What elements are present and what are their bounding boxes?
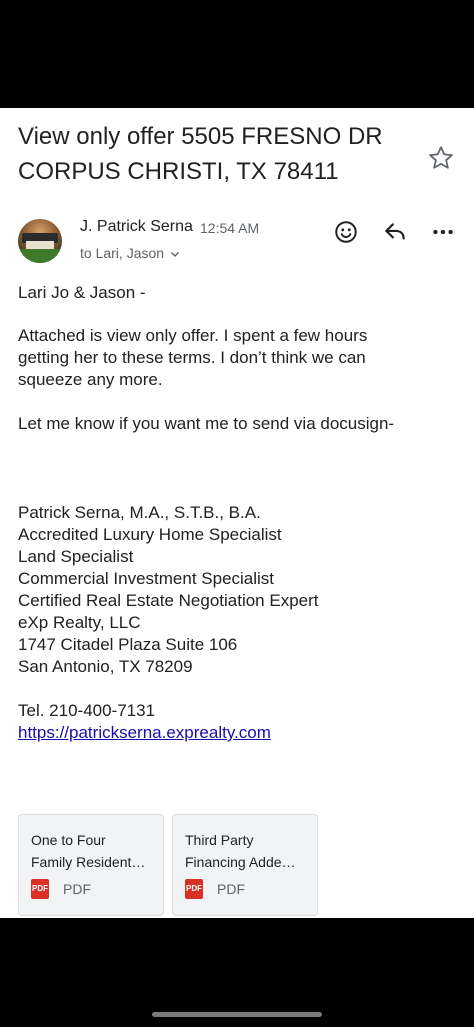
email-para1-line3: squeeze any more. <box>18 370 163 389</box>
recipients-label: to Lari, Jason <box>80 245 165 261</box>
email-para2: Let me know if you want me to send via d… <box>18 414 395 433</box>
home-indicator[interactable] <box>152 1012 322 1017</box>
attachment-type: PDF <box>63 881 91 897</box>
reply-icon[interactable] <box>382 219 408 245</box>
more-options-icon[interactable] <box>430 219 456 245</box>
attachment-name-line2: Financing Adde… <box>185 854 296 870</box>
attachment-name: One to Four Family Resident… <box>31 829 155 873</box>
signature-line: Land Specialist <box>18 547 134 566</box>
avatar-house <box>26 241 54 249</box>
signature-line: Commercial Investment Specialist <box>18 569 275 588</box>
attachment-name: Third Party Financing Adde… <box>185 829 309 873</box>
recipients-toggle[interactable]: to Lari, Jason <box>80 245 180 261</box>
pdf-icon: PDF <box>185 879 203 899</box>
chevron-down-icon <box>171 252 180 258</box>
status-bar-area <box>0 0 474 108</box>
attachment-name-line1: Third Party <box>185 832 254 848</box>
signature-link-line: https://patrickserna.exprealty.com <box>18 722 458 744</box>
pdf-icon: PDF <box>31 879 49 899</box>
avatar-lawn <box>18 249 62 263</box>
sender-avatar[interactable] <box>18 219 62 263</box>
attachment-card[interactable]: One to Four Family Resident… PDF PDF <box>18 814 164 916</box>
website-link[interactable]: https://patrickserna.exprealty.com <box>18 723 271 742</box>
emoji-react-icon[interactable] <box>333 219 359 245</box>
signature-line: 1747 Citadel Plaza Suite 106 <box>18 635 238 654</box>
bottom-bar <box>0 918 474 1027</box>
star-icon[interactable] <box>427 144 455 172</box>
signature-line: Accredited Luxury Home Specialist <box>18 525 282 544</box>
email-greeting: Lari Jo & Jason - <box>18 283 146 302</box>
email-time: 12:54 AM <box>200 220 260 236</box>
signature-line: Certified Real Estate Negotiation Expert <box>18 591 319 610</box>
email-para1-line1: Attached is view only offer. I spent a f… <box>18 326 368 345</box>
signature-line: Patrick Serna, M.A., S.T.B., B.A. <box>18 503 261 522</box>
attachment-type: PDF <box>217 881 245 897</box>
attachment-card[interactable]: Third Party Financing Adde… PDF PDF <box>172 814 318 916</box>
email-view: View only offer 5505 FRESNO DR CORPUS CH… <box>0 108 474 918</box>
email-subject: View only offer 5505 FRESNO DR CORPUS CH… <box>18 123 383 185</box>
email-para1-line2: getting her to these terms. I don’t thin… <box>18 348 366 367</box>
signature-tel: Tel. 210-400-7131 <box>18 701 156 720</box>
attachment-name-line2: Family Resident… <box>31 854 146 870</box>
signature-line: eXp Realty, LLC <box>18 613 141 632</box>
sender-name[interactable]: J. Patrick Serna <box>80 218 193 236</box>
attachment-name-line1: One to Four <box>31 832 106 848</box>
signature-line: San Antonio, TX 78209 <box>18 657 193 676</box>
